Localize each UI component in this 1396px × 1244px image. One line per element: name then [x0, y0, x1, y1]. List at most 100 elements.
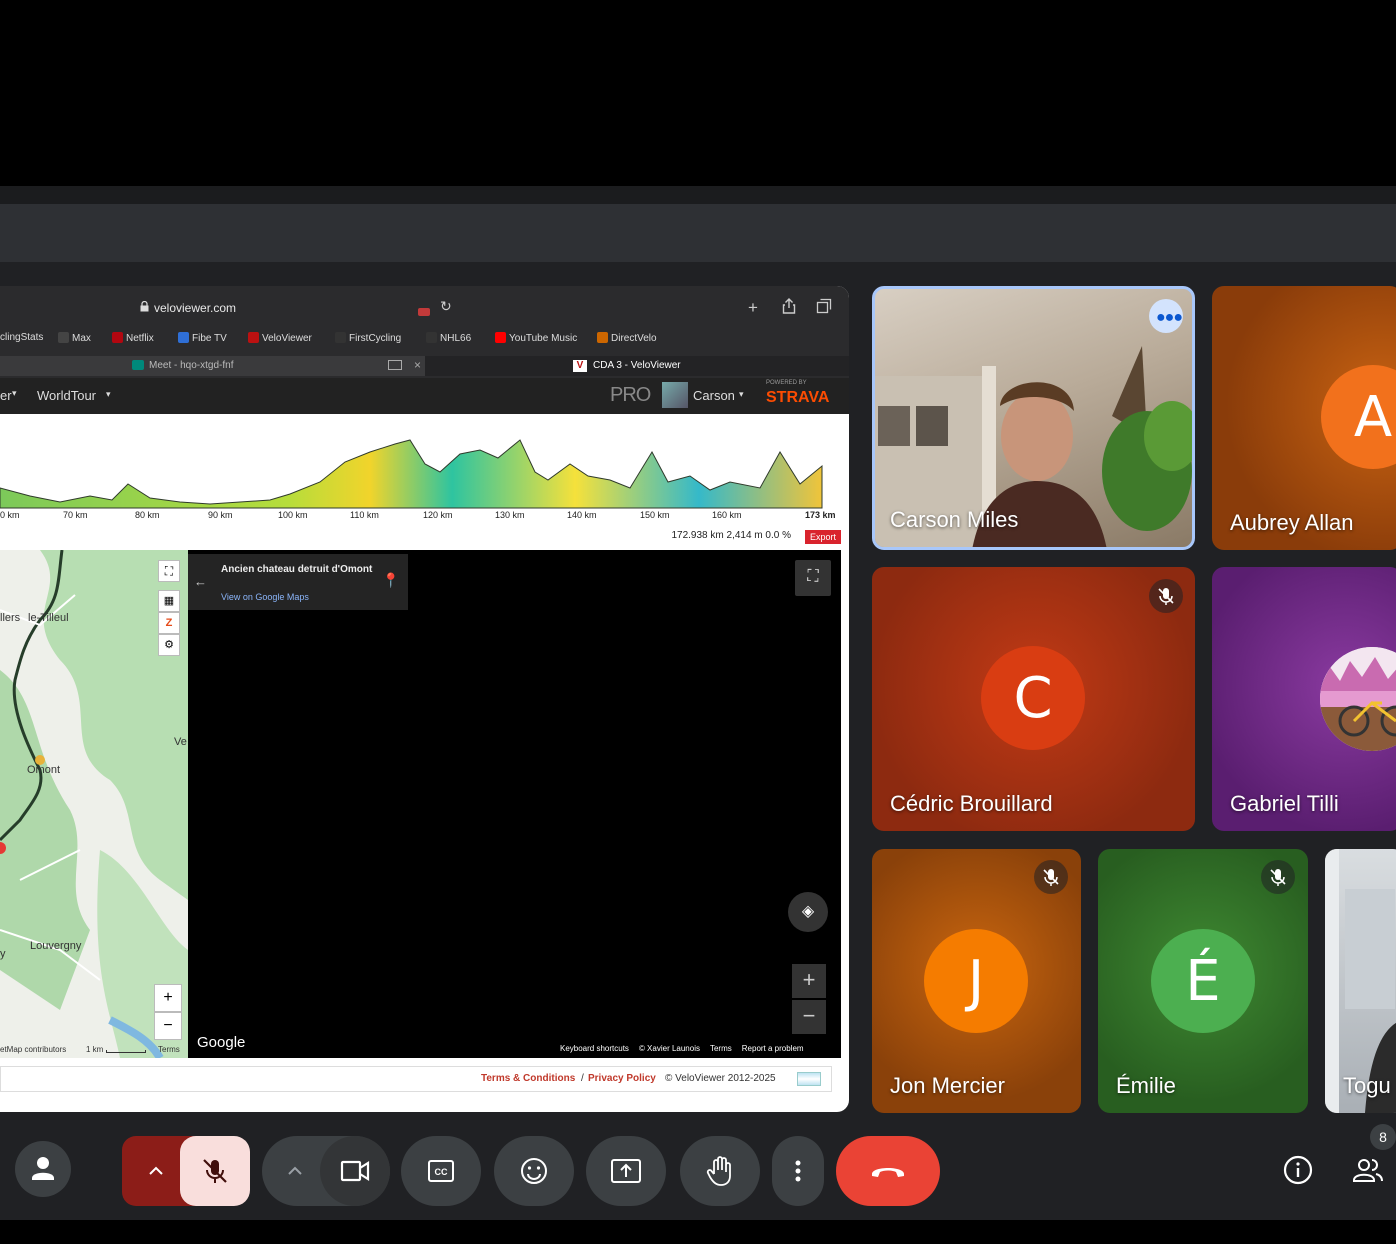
- share-icon[interactable]: [782, 298, 796, 319]
- distance-tick-label: 120 km: [423, 510, 453, 520]
- distance-tick-label: 80 km: [135, 510, 160, 520]
- bookmark-item[interactable]: Max: [58, 332, 91, 344]
- fullscreen-icon[interactable]: ⛶: [795, 560, 831, 596]
- meeting-details-button[interactable]: [1276, 1148, 1320, 1192]
- bookmarks-bar: clingStats Max Netflix Fibe TV VeloViewer Fir…: [0, 330, 849, 348]
- tab-audio-icon: [388, 360, 402, 370]
- map-label: Ve: [174, 736, 187, 748]
- bottom-edge: [0, 1220, 1396, 1244]
- map-label: y: [0, 948, 6, 960]
- leave-call-button[interactable]: [836, 1136, 940, 1206]
- bookmark-item[interactable]: DirectVelo: [597, 332, 657, 344]
- new-tab-icon[interactable]: +: [748, 298, 758, 318]
- distance-tick-label: 130 km: [495, 510, 525, 520]
- bookmark-label: FirstCycling: [349, 333, 402, 344]
- mic-off-icon: [1034, 860, 1068, 894]
- nav-prev-item[interactable]: er: [0, 388, 12, 403]
- reload-icon[interactable]: ↻: [440, 298, 452, 315]
- participant-tile-togu[interactable]: Togu: [1325, 849, 1396, 1113]
- people-button[interactable]: [1346, 1148, 1390, 1192]
- bookmark-item[interactable]: VeloViewer: [248, 332, 312, 344]
- place-title: Ancien chateau detruit d'Omont: [221, 564, 373, 575]
- distance-tick-label: 150 km: [640, 510, 670, 520]
- tab-veloviewer-label: CDA 3 - VeloViewer: [593, 360, 681, 371]
- bookmark-label: Fibe TV: [192, 333, 227, 344]
- bookmark-item[interactable]: YouTube Music: [495, 332, 577, 344]
- street-view-footer-item[interactable]: Report a problem: [742, 1044, 804, 1053]
- nav-worldtour[interactable]: WorldTour: [37, 388, 96, 403]
- avatar[interactable]: [662, 382, 688, 408]
- participant-tile-jon[interactable]: J Jon Mercier: [872, 849, 1081, 1113]
- settings-icon[interactable]: ⚙: [158, 634, 180, 656]
- map-terms-link[interactable]: Terms: [158, 1045, 180, 1054]
- grid-icon[interactable]: ▦: [158, 590, 180, 612]
- copyright: © VeloViewer 2012-2025: [665, 1073, 776, 1084]
- window-top-edge: [0, 186, 1396, 204]
- participant-tile-carson[interactable]: ●●● Carson Miles: [872, 286, 1195, 550]
- camera-toggle-button[interactable]: [320, 1136, 390, 1206]
- distance-tick-label: 160 km: [712, 510, 742, 520]
- tab-meet-label: Meet - hqo-xtgd-fnf: [149, 360, 234, 371]
- raise-hand-button[interactable]: [680, 1136, 760, 1206]
- tab-veloviewer[interactable]: V CDA 3 - VeloViewer: [425, 356, 849, 376]
- sv-zoom-out-button[interactable]: −: [792, 1000, 826, 1034]
- map-label: llers: [0, 612, 21, 624]
- zoom-out-button[interactable]: −: [154, 1012, 182, 1040]
- participant-tile-emilie[interactable]: É Émilie: [1098, 849, 1308, 1113]
- distance-tick-label: 173 km: [805, 510, 836, 520]
- street-view-footer-item[interactable]: Keyboard shortcuts: [560, 1044, 629, 1053]
- fullscreen-icon[interactable]: ⛶: [158, 560, 180, 582]
- compass-icon[interactable]: ◈: [788, 892, 828, 932]
- terms-link[interactable]: Terms & Conditions: [481, 1073, 575, 1084]
- participant-name: Émilie: [1116, 1073, 1176, 1098]
- tab-overview-icon[interactable]: [816, 298, 832, 319]
- tab-meet[interactable]: Meet - hqo-xtgd-fnf ×: [0, 356, 425, 376]
- elevation-profile[interactable]: 0 km 70 km 80 km 90 km 100 km 110 km 120 km 130…: [0, 414, 849, 550]
- svg-text:CC: CC: [435, 1167, 448, 1177]
- more-options-button[interactable]: [772, 1136, 824, 1206]
- veloviewer-nav: er ▾ WorldTour ▾ PRO Carson ▾ POWERED BY…: [0, 378, 849, 414]
- bookmark-label: DirectVelo: [611, 333, 657, 344]
- mic-toggle-button[interactable]: [180, 1136, 250, 1206]
- sv-zoom-in-button[interactable]: +: [792, 964, 826, 998]
- zoom-in-button[interactable]: +: [154, 984, 182, 1012]
- self-avatar-button[interactable]: [15, 1141, 71, 1197]
- bookmark-favicon-icon: [178, 332, 189, 343]
- present-button[interactable]: [586, 1136, 666, 1206]
- tab-close-icon[interactable]: ×: [414, 358, 421, 372]
- back-arrow-icon[interactable]: ←: [194, 574, 207, 589]
- bookmark-favicon-icon: [495, 332, 506, 343]
- footer-separator: /: [581, 1073, 584, 1084]
- map-label: Omont: [27, 764, 61, 776]
- view-on-google-maps-link[interactable]: View on Google Maps: [221, 592, 309, 602]
- elevation-chart: [0, 439, 823, 509]
- participant-tile-cedric[interactable]: C Cédric Brouillard: [872, 567, 1195, 831]
- mic-off-icon: [203, 1159, 227, 1183]
- map-pin-icon[interactable]: 📍: [382, 572, 408, 610]
- bookmark-item[interactable]: clingStats: [0, 332, 43, 343]
- bookmark-item[interactable]: Fibe TV: [178, 332, 227, 344]
- mic-off-icon: [1149, 579, 1183, 613]
- street-view-footer-item[interactable]: © Xavier Launois: [639, 1044, 700, 1053]
- street-view-footer-item[interactable]: Terms: [710, 1044, 732, 1053]
- participant-tile-aubrey[interactable]: A Aubrey Allan: [1212, 286, 1396, 550]
- meet-window: veloviewer.com ↻ + clingStats Max Netflix F…: [0, 0, 1396, 1244]
- shared-screen[interactable]: veloviewer.com ↻ + clingStats Max Netflix F…: [0, 286, 849, 1112]
- route-map[interactable]: llers le-Tilleul Omont Ve Louvergny y ⛶ …: [0, 550, 188, 1058]
- bookmark-item[interactable]: FirstCycling: [335, 332, 401, 344]
- bookmark-item[interactable]: Netflix: [112, 332, 154, 344]
- distance-tick-label: 70 km: [63, 510, 88, 520]
- participant-tile-gabriel[interactable]: Gabriel Tilli: [1212, 567, 1396, 831]
- map-attribution: etMap contributors: [0, 1045, 67, 1054]
- export-button[interactable]: Export: [804, 530, 841, 544]
- user-menu[interactable]: Carson: [693, 388, 735, 403]
- bookmark-item[interactable]: NHL66: [426, 332, 471, 344]
- street-view[interactable]: ← Ancien chateau detruit d'Omont View on…: [188, 550, 841, 1058]
- reactions-button[interactable]: [494, 1136, 574, 1206]
- address-bar[interactable]: veloviewer.com: [0, 294, 440, 322]
- zoom-layer-icon[interactable]: Z: [158, 612, 180, 634]
- privacy-link[interactable]: Privacy Policy: [588, 1073, 656, 1084]
- distance-tick-label: 90 km: [208, 510, 233, 520]
- captions-button[interactable]: CC: [401, 1136, 481, 1206]
- bookmark-label: VeloViewer: [262, 333, 312, 344]
